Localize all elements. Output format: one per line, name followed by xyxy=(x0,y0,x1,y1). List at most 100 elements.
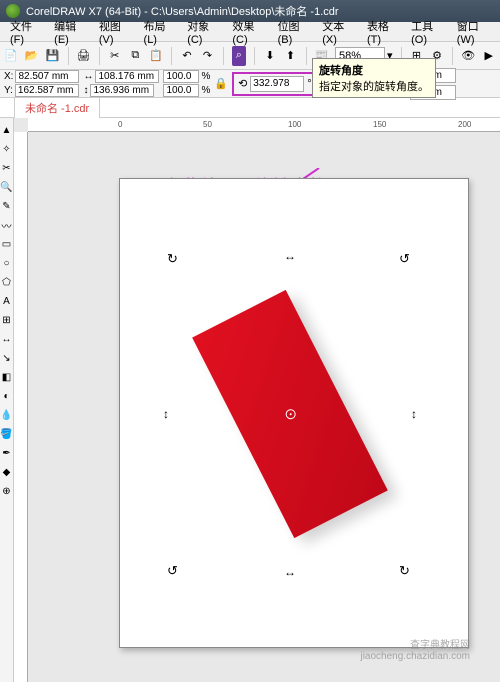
save-icon[interactable]: 💾 xyxy=(45,46,60,66)
ruler-tick: 200 xyxy=(458,120,471,129)
ruler-tick: 50 xyxy=(203,120,212,129)
skew-handle-icon[interactable]: ↕ xyxy=(411,407,417,421)
freehand-tool-icon[interactable]: ✎ xyxy=(1,198,13,214)
rotation-center-icon[interactable] xyxy=(283,407,296,420)
redo-icon[interactable]: ↷ xyxy=(200,46,215,66)
ruler-tick: 0 xyxy=(118,120,122,129)
menu-window[interactable]: 窗口(W) xyxy=(451,16,496,48)
rotate-icon: ⟲ xyxy=(238,77,247,90)
import-icon[interactable]: ⬇ xyxy=(263,46,278,66)
menu-layout[interactable]: 布局(L) xyxy=(138,16,180,48)
rectangle-tool-icon[interactable]: ▭ xyxy=(1,236,13,252)
connector-tool-icon[interactable]: ↘ xyxy=(1,350,13,366)
skew-handle-icon[interactable]: ↔ xyxy=(284,565,296,579)
smart-fill-icon[interactable]: ◆ xyxy=(1,464,13,480)
scale-group: % % xyxy=(163,70,210,97)
watermark-line2: jiaocheng.chazidian.com xyxy=(360,651,470,662)
width-input[interactable] xyxy=(95,70,159,83)
watermark-line1: 查字典教程网 xyxy=(360,636,470,651)
ruler-tick: 100 xyxy=(288,120,301,129)
separator xyxy=(171,47,172,65)
menu-tools[interactable]: 工具(O) xyxy=(405,16,449,48)
tooltip-title: 旋转角度 xyxy=(319,62,429,78)
polygon-tool-icon[interactable]: ⬠ xyxy=(1,274,13,290)
shape-tool-icon[interactable]: ✧ xyxy=(1,141,13,157)
separator xyxy=(223,47,224,65)
text-tool-icon[interactable]: A xyxy=(1,293,13,309)
x-input[interactable] xyxy=(15,70,79,83)
menu-table[interactable]: 表格(T) xyxy=(361,16,403,48)
paste-icon[interactable]: 📋 xyxy=(149,46,164,66)
menu-file[interactable]: 文件(F) xyxy=(4,16,46,48)
rotate-handle-icon[interactable]: ↺ xyxy=(399,251,413,265)
tooltip-body: 指定对象的旋转角度。 xyxy=(319,78,429,94)
horizontal-ruler: 0 50 100 150 200 xyxy=(28,118,500,132)
separator xyxy=(99,47,100,65)
view-icon[interactable]: 👁 xyxy=(461,46,476,66)
table-tool-icon[interactable]: ⊞ xyxy=(1,312,13,328)
new-icon[interactable]: 📄 xyxy=(4,46,19,66)
menu-text[interactable]: 文本(X) xyxy=(316,16,359,48)
fill-tool-icon[interactable]: 🪣 xyxy=(1,426,13,442)
lock-ratio-icon[interactable]: 🔒 xyxy=(214,77,228,90)
watermark: 查字典教程网 jiaocheng.chazidian.com xyxy=(360,636,470,662)
width-icon: ↔ xyxy=(83,71,93,82)
menu-effects[interactable]: 效果(C) xyxy=(226,16,269,48)
y-input[interactable] xyxy=(15,84,79,97)
page: ↻ ↺ ↺ ↻ ↔ ↔ ↕ ↕ xyxy=(119,178,469,648)
vertical-ruler xyxy=(14,132,28,682)
document-tab[interactable]: 未命名 -1.cdr xyxy=(14,97,100,118)
height-input[interactable] xyxy=(90,84,154,97)
separator xyxy=(306,47,307,65)
separator xyxy=(254,47,255,65)
rotation-input[interactable] xyxy=(250,76,304,92)
canvas-area[interactable]: 0 50 100 150 200 在此处设置旋转度数， 可以实现精确旋转 ↻ ↺… xyxy=(14,118,500,682)
skew-handle-icon[interactable]: ↔ xyxy=(284,249,296,263)
rotate-handle-icon[interactable]: ↻ xyxy=(399,563,413,577)
selected-rectangle[interactable] xyxy=(192,290,388,538)
eyedropper-tool-icon[interactable]: 💧 xyxy=(1,407,13,423)
rotate-handle-icon[interactable]: ↺ xyxy=(167,563,181,577)
undo-icon[interactable]: ↶ xyxy=(180,46,195,66)
y-label: Y: xyxy=(4,85,13,96)
outline-tool-icon[interactable]: ✒ xyxy=(1,445,13,461)
effects-tool-icon[interactable]: ◧ xyxy=(1,369,13,385)
size-group: ↔ ↕ xyxy=(83,70,159,97)
pick-tool-icon[interactable]: ▲ xyxy=(1,122,13,138)
toolbox: ▲ ✧ ✂ 🔍 ✎ 〰 ▭ ○ ⬠ A ⊞ ↔ ↘ ◧ ◐ 💧 🪣 ✒ ◆ ⊕ xyxy=(0,118,14,682)
scale-x-input[interactable] xyxy=(163,70,199,83)
dimension-tool-icon[interactable]: ↔ xyxy=(1,331,13,347)
open-icon[interactable]: 📂 xyxy=(25,46,40,66)
main-area: ▲ ✧ ✂ 🔍 ✎ 〰 ▭ ○ ⬠ A ⊞ ↔ ↘ ◧ ◐ 💧 🪣 ✒ ◆ ⊕ … xyxy=(0,118,500,682)
pct-label: % xyxy=(201,85,210,96)
pct-label: % xyxy=(201,71,210,82)
crop-tool-icon[interactable]: ✂ xyxy=(1,160,13,176)
position-group: X: Y: xyxy=(4,70,79,97)
menubar: 文件(F) 编辑(E) 视图(V) 布局(L) 对象(C) 效果(C) 位图(B… xyxy=(0,22,500,42)
ruler-tick: 150 xyxy=(373,120,386,129)
transparency-tool-icon[interactable]: ◐ xyxy=(1,388,13,404)
copy-icon[interactable]: ⧉ xyxy=(128,46,143,66)
height-icon: ↕ xyxy=(83,85,88,96)
separator xyxy=(68,47,69,65)
skew-handle-icon[interactable]: ↕ xyxy=(163,407,169,421)
expand-toolbox-icon[interactable]: ⊕ xyxy=(1,483,13,499)
rotation-tooltip: 旋转角度 指定对象的旋转角度。 xyxy=(312,58,436,98)
menu-bitmap[interactable]: 位图(B) xyxy=(272,16,315,48)
launch-icon[interactable]: ▶ xyxy=(482,46,497,66)
export-icon[interactable]: ⬆ xyxy=(283,46,298,66)
scale-y-input[interactable] xyxy=(163,84,199,97)
search-icon[interactable]: ⌕ xyxy=(232,46,247,66)
rotate-handle-icon[interactable]: ↻ xyxy=(167,251,181,265)
separator xyxy=(452,47,453,65)
selection-bbox: ↻ ↺ ↺ ↻ ↔ ↔ ↕ ↕ xyxy=(175,259,405,569)
menu-view[interactable]: 视图(V) xyxy=(93,16,136,48)
rotation-angle-field: ⟲ ° xyxy=(232,72,318,96)
ellipse-tool-icon[interactable]: ○ xyxy=(1,255,13,271)
print-icon[interactable]: 🖨 xyxy=(76,46,91,66)
artistic-tool-icon[interactable]: 〰 xyxy=(1,217,13,233)
menu-edit[interactable]: 编辑(E) xyxy=(48,16,91,48)
zoom-tool-icon[interactable]: 🔍 xyxy=(1,179,13,195)
cut-icon[interactable]: ✂ xyxy=(108,46,123,66)
menu-object[interactable]: 对象(C) xyxy=(181,16,224,48)
